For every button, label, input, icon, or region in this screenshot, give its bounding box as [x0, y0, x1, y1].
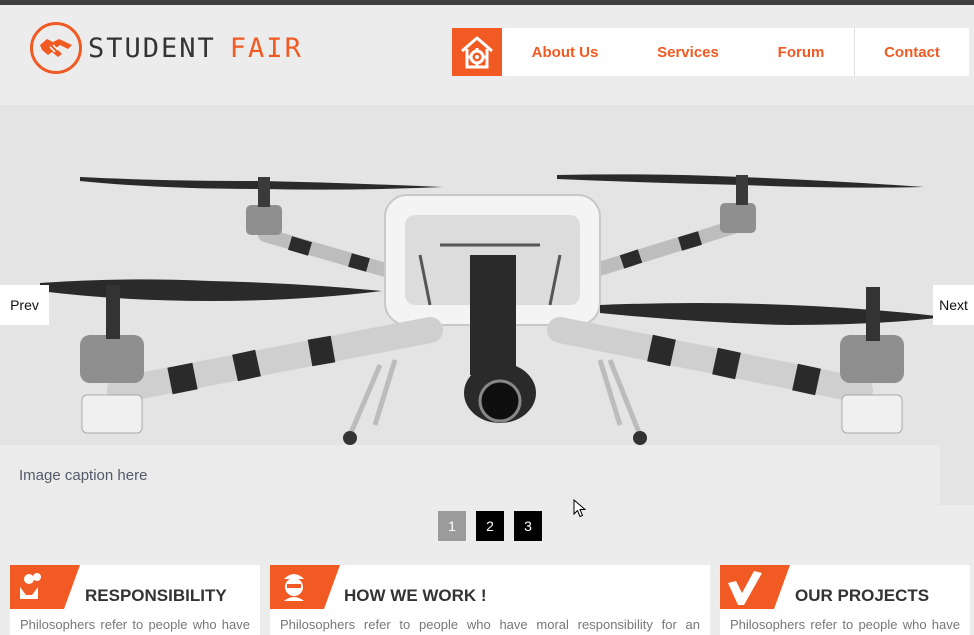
card-text-how-we-work: Philosophers refer to people who have mo… — [280, 617, 700, 632]
logo-word-fair: FAIR — [229, 32, 303, 64]
page-dot-3[interactable]: 3 — [514, 511, 542, 541]
logo-text: STUDENT FAIR — [88, 33, 303, 64]
slide-caption: Image caption here — [19, 467, 148, 484]
home-button[interactable] — [452, 28, 502, 76]
handshake-icon — [30, 22, 82, 74]
home-gear-icon — [461, 36, 493, 69]
logo-word-student: STUDENT — [88, 32, 216, 64]
page-dot-2[interactable]: 2 — [476, 511, 504, 541]
worker-face-icon — [270, 565, 340, 609]
nav-contact[interactable]: Contact — [854, 28, 969, 76]
card-text-responsibility: Philosophers refer to people who have — [20, 617, 250, 632]
checkmark-icon — [720, 565, 790, 609]
slide-caption-box: Image caption here — [0, 445, 940, 505]
card-title-our-projects: OUR PROJECTS — [795, 586, 930, 605]
card-our-projects: OUR PROJECTS Philosophers refer to peopl… — [720, 565, 970, 635]
image-slider: Image caption here Prev Next — [0, 105, 974, 505]
site-logo[interactable]: STUDENT FAIR — [30, 22, 303, 74]
slider-pagination: 1 2 3 — [438, 511, 552, 541]
hands-heart-icon — [10, 565, 80, 609]
card-title-how-we-work: HOW WE WORK ! — [344, 586, 487, 605]
prev-button[interactable]: Prev — [0, 285, 49, 325]
main-nav: About Us Services Forum Contact — [452, 28, 969, 76]
card-how-we-work: HOW WE WORK ! Philosophers refer to peop… — [270, 565, 710, 635]
mouse-cursor-icon — [573, 499, 587, 518]
next-button[interactable]: Next — [933, 285, 974, 325]
nav-forum[interactable]: Forum — [748, 28, 854, 76]
page-dot-1[interactable]: 1 — [438, 511, 466, 541]
nav-services[interactable]: Services — [628, 28, 748, 76]
card-title-responsibility: RESPONSIBILITY — [85, 586, 227, 605]
card-text-our-projects: Philosophers refer to people who have — [730, 617, 960, 632]
card-responsibility: RESPONSIBILITY Philosophers refer to peo… — [10, 565, 260, 635]
top-bar — [0, 0, 974, 5]
nav-about-us[interactable]: About Us — [502, 28, 628, 76]
